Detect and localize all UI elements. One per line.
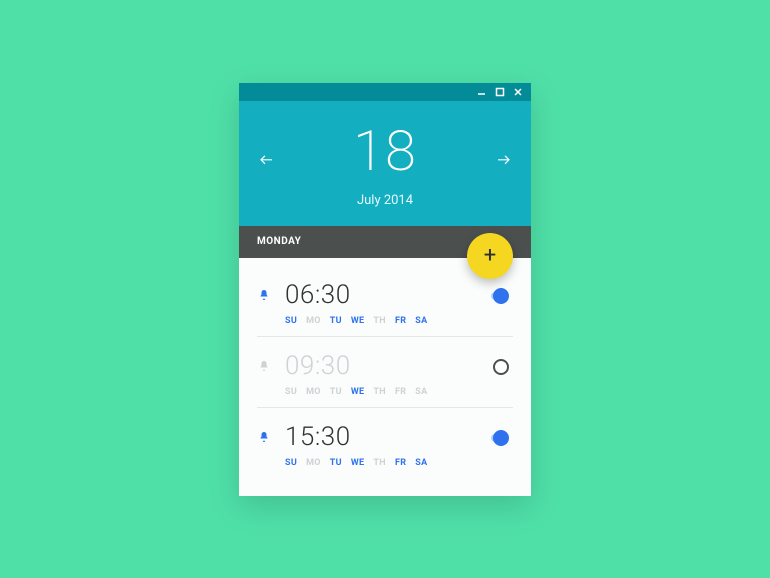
day-label[interactable]: SU (285, 458, 297, 468)
day-label[interactable]: TH (373, 316, 386, 326)
alarm-days: SU MO TU WE TH FR SA (257, 316, 513, 326)
day-label[interactable]: TH (373, 458, 386, 468)
alarm-row[interactable]: 09:30 SU MO TU WE TH FR SA (257, 337, 513, 408)
alarm-row[interactable]: 15:30 SU MO TU WE TH FR SA (257, 408, 513, 478)
day-label[interactable]: WE (351, 458, 365, 468)
day-label[interactable]: TU (330, 387, 342, 397)
day-label[interactable]: SA (415, 387, 427, 397)
day-label[interactable]: FR (395, 458, 406, 468)
month-year-label: July 2014 (239, 193, 531, 208)
alarm-days: SU MO TU WE TH FR SA (257, 458, 513, 468)
day-label[interactable]: SA (415, 458, 427, 468)
alarm-time: 09:30 (285, 351, 351, 381)
plus-icon: + (484, 245, 496, 267)
day-label[interactable]: MO (306, 458, 321, 468)
alarm-row-main: 15:30 (257, 422, 513, 452)
toggle-dot-icon (493, 430, 509, 446)
day-label[interactable]: TU (330, 458, 342, 468)
day-label[interactable]: MO (306, 387, 321, 397)
toggle-dot-icon (493, 288, 509, 304)
alarm-toggle[interactable] (493, 430, 513, 450)
day-label[interactable]: TU (330, 316, 342, 326)
add-alarm-button[interactable]: + (467, 233, 513, 279)
bell-icon (257, 430, 271, 444)
close-button[interactable] (513, 87, 523, 97)
alarm-row[interactable]: 06:30 SU MO TU WE TH FR SA (257, 266, 513, 337)
alarm-time: 15:30 (285, 422, 351, 452)
day-label[interactable]: SU (285, 316, 297, 326)
next-day-button[interactable] (487, 144, 519, 176)
day-of-week-label: MONDAY (257, 236, 301, 247)
maximize-button[interactable] (495, 87, 505, 97)
alarm-time: 06:30 (285, 280, 351, 310)
toggle-dot-icon (493, 359, 509, 375)
alarm-toggle[interactable] (493, 288, 513, 308)
day-label[interactable]: TH (373, 387, 386, 397)
day-label[interactable]: WE (351, 387, 365, 397)
prev-day-button[interactable] (251, 144, 283, 176)
day-label[interactable]: MO (306, 316, 321, 326)
minimize-button[interactable] (477, 87, 487, 97)
day-label[interactable]: SU (285, 387, 297, 397)
day-label[interactable]: SA (415, 316, 427, 326)
day-label[interactable]: FR (395, 387, 406, 397)
day-label[interactable]: WE (351, 316, 365, 326)
alarm-list: 06:30SUMOTUWETHFRSA09:30SUMOTUWETHFRSA15… (239, 258, 531, 496)
window-titlebar (239, 83, 531, 101)
bell-icon (257, 359, 271, 373)
alarm-days: SU MO TU WE TH FR SA (257, 387, 513, 397)
alarm-card: 18 July 2014 MONDAY + 06:30SUMOTUWETHFRS… (239, 83, 531, 496)
day-label[interactable]: FR (395, 316, 406, 326)
alarm-row-main: 09:30 (257, 351, 513, 381)
alarm-row-main: 06:30 (257, 280, 513, 310)
date-header: 18 July 2014 (239, 101, 531, 226)
alarm-toggle[interactable] (493, 359, 513, 379)
bell-icon (257, 288, 271, 302)
